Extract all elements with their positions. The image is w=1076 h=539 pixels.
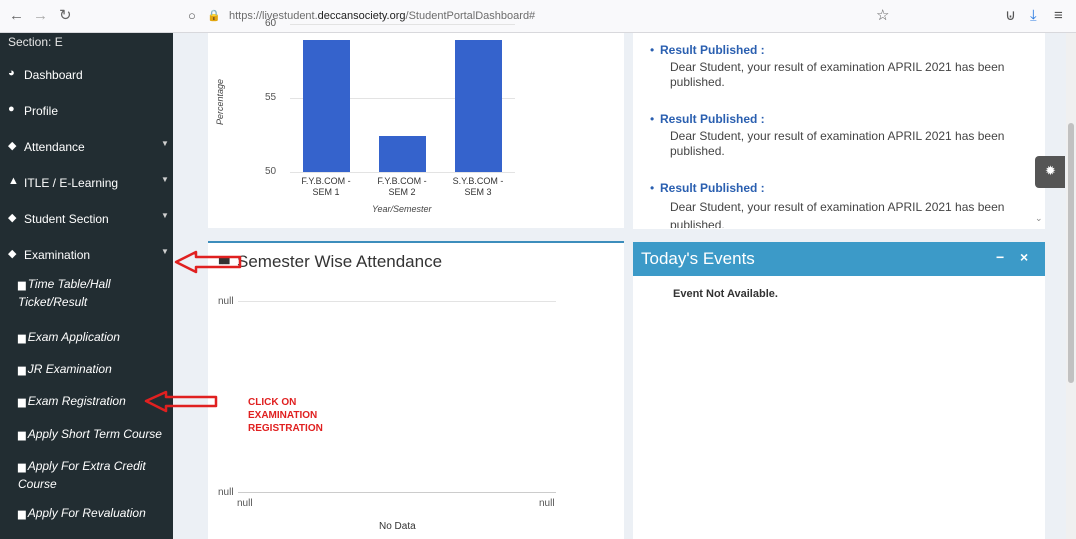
chart-y-tick: 60 <box>265 18 277 29</box>
chart-x-tick-line: SEM 3 <box>464 187 492 197</box>
chart-x-tick-line: SEM 1 <box>312 187 340 197</box>
annotation-overlay <box>144 250 242 413</box>
arrow-to-exam-registration <box>144 390 218 413</box>
chart-x-tick: S.Y.B.COM - SEM 3 <box>443 176 513 198</box>
chart-x-tick-line: S.Y.B.COM - <box>452 176 504 186</box>
chart-y-tick: 50 <box>265 166 277 177</box>
chart-gridline <box>290 24 515 25</box>
chart-bar[interactable] <box>302 40 350 172</box>
chart-gridline <box>290 172 515 173</box>
annotation-line: CLICK ON <box>248 397 297 408</box>
chart-bar[interactable] <box>378 136 426 172</box>
chart-x-tick-line: SEM 2 <box>388 187 416 197</box>
chart-x-tick-line: F.Y.B.COM - <box>377 176 427 186</box>
arrow-to-examination <box>174 250 242 274</box>
chart-x-tick: F.Y.B.COM - SEM 2 <box>367 176 437 198</box>
chart-x-tick: F.Y.B.COM - SEM 1 <box>291 176 361 198</box>
chart-bar[interactable] <box>454 40 502 172</box>
annotation-text: CLICK ON EXAMINATION REGISTRATION <box>248 396 323 435</box>
chart-y-tick: 55 <box>265 92 277 103</box>
annotation-line: EXAMINATION <box>248 410 318 421</box>
chart-x-tick-line: F.Y.B.COM - <box>301 176 351 186</box>
annotation-line: REGISTRATION <box>248 423 323 434</box>
